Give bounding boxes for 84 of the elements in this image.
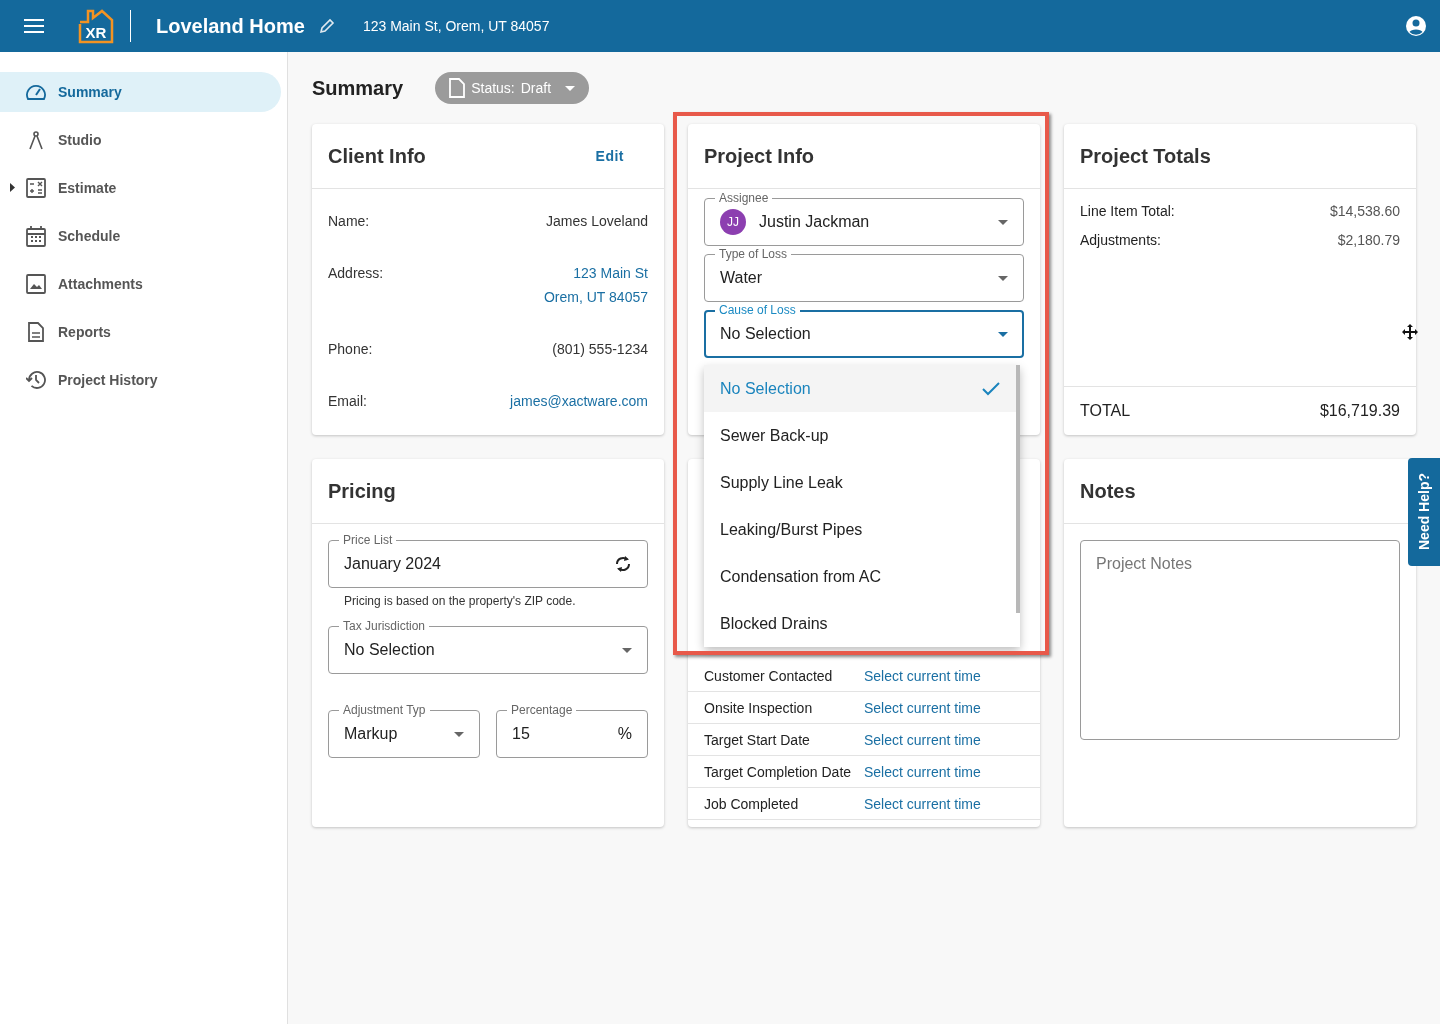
card-title: Project Info <box>704 144 814 168</box>
link[interactable]: Orem, UT 84057 <box>544 285 648 309</box>
refresh-icon[interactable] <box>614 554 632 574</box>
percentage-field[interactable]: Percentage 15 % <box>496 703 648 758</box>
menu-icon[interactable] <box>24 19 44 33</box>
card-title: Pricing <box>328 479 396 503</box>
image-icon <box>26 274 46 294</box>
date-label: Onsite Inspection <box>704 699 814 716</box>
select-field[interactable]: Cause of Loss No Selection <box>704 303 1024 358</box>
select-time-link[interactable]: Select current time <box>864 795 981 812</box>
help-tab[interactable]: Need Help? <box>1408 458 1440 566</box>
calendar-icon <box>26 225 46 247</box>
link[interactable]: james@xactware.com <box>510 389 648 413</box>
gauge-icon <box>25 83 47 101</box>
helper-text: Pricing is based on the property's ZIP code. <box>344 594 577 608</box>
select-field[interactable]: Tax Jurisdiction No Selection <box>328 619 648 674</box>
project-title: Loveland Home <box>156 14 305 38</box>
logo: XR <box>76 8 114 44</box>
total-label: TOTAL <box>1080 402 1131 420</box>
card-title: Notes <box>1080 479 1136 503</box>
total-value: $16,719.39 <box>1319 402 1400 420</box>
sidebar-item[interactable]: Studio <box>0 120 281 160</box>
caret-icon <box>998 275 1008 281</box>
caret-icon <box>998 219 1008 225</box>
check-icon <box>982 381 1000 396</box>
field-label: Price List <box>339 533 397 547</box>
expand-icon[interactable] <box>10 183 15 192</box>
date-label: Job Completed <box>704 795 800 812</box>
field-value: (801) 555-1234 <box>552 340 648 359</box>
field-label: Type of Loss <box>715 247 792 261</box>
project-address: 123 Main St, Orem, UT 84057 <box>362 18 550 34</box>
sidebar-item[interactable]: Estimate <box>0 168 281 208</box>
sidebar-item[interactable]: Schedule <box>0 216 281 256</box>
select-field[interactable]: Adjustment Typ Markup <box>328 703 480 758</box>
select-time-link[interactable]: Select current time <box>864 699 981 716</box>
caret-icon <box>454 731 464 737</box>
edit-button[interactable]: Edit <box>589 147 630 165</box>
total-label: Adjustments: <box>1080 231 1161 250</box>
caret-icon <box>622 647 632 653</box>
field-label: Name: <box>328 212 370 231</box>
field-value: James Loveland <box>546 212 648 231</box>
field-label: Address: <box>328 264 384 283</box>
document-icon <box>28 322 44 342</box>
select-time-link[interactable]: Select current time <box>864 667 981 684</box>
page-title: Summary <box>312 76 404 100</box>
date-label: Target Completion Date <box>704 763 853 780</box>
edit-icon[interactable] <box>318 18 335 34</box>
field-label: Assignee <box>715 191 773 205</box>
menu-option[interactable]: No Selection <box>704 365 1016 412</box>
field-label: Percentage <box>507 703 577 717</box>
sidebar-item[interactable]: Project History <box>0 360 281 400</box>
compass-icon <box>29 130 43 150</box>
link[interactable]: 123 Main St <box>573 261 648 285</box>
caret-icon <box>565 85 576 91</box>
history-icon <box>26 370 46 390</box>
total-value: $14,538.60 <box>1329 202 1400 221</box>
field-label: Email: <box>328 392 367 411</box>
sidebar-item[interactable]: Attachments <box>0 264 281 304</box>
avatar: JJ <box>720 209 746 235</box>
field-label: Tax Jurisdiction <box>339 619 430 633</box>
account-icon[interactable] <box>1405 15 1427 37</box>
sidebar-item[interactable]: Reports <box>0 312 281 352</box>
caret-icon <box>998 331 1008 337</box>
select-field[interactable]: Type of Loss Water <box>704 247 1024 302</box>
field-label: Adjustment Typ <box>339 703 430 717</box>
date-label: Customer Contacted <box>704 667 834 684</box>
menu-option[interactable]: Blocked Drains <box>704 600 1016 647</box>
move-cursor-icon <box>1402 324 1418 340</box>
calculator-icon <box>26 178 46 198</box>
sidebar-item[interactable]: Summary <box>0 72 281 112</box>
card-title: Project Totals <box>1080 144 1211 168</box>
select-field[interactable]: Assignee JJ Justin Jackman <box>704 191 1024 246</box>
percent-suffix: % <box>617 725 632 743</box>
total-value: $2,180.79 <box>1337 231 1400 250</box>
field-label: Phone: <box>328 340 373 359</box>
select-time-link[interactable]: Select current time <box>864 763 981 780</box>
select-time-link[interactable]: Select current time <box>864 731 981 748</box>
document-icon <box>449 78 466 98</box>
date-label: Target Start Date <box>704 731 811 748</box>
total-label: Line Item Total: <box>1080 202 1175 221</box>
price-list-field[interactable]: Price List January 2024 <box>328 533 648 588</box>
card-title: Client Info <box>328 144 426 168</box>
notes-field[interactable]: Project Notes <box>1080 540 1400 740</box>
field-label: Cause of Loss <box>715 303 800 317</box>
